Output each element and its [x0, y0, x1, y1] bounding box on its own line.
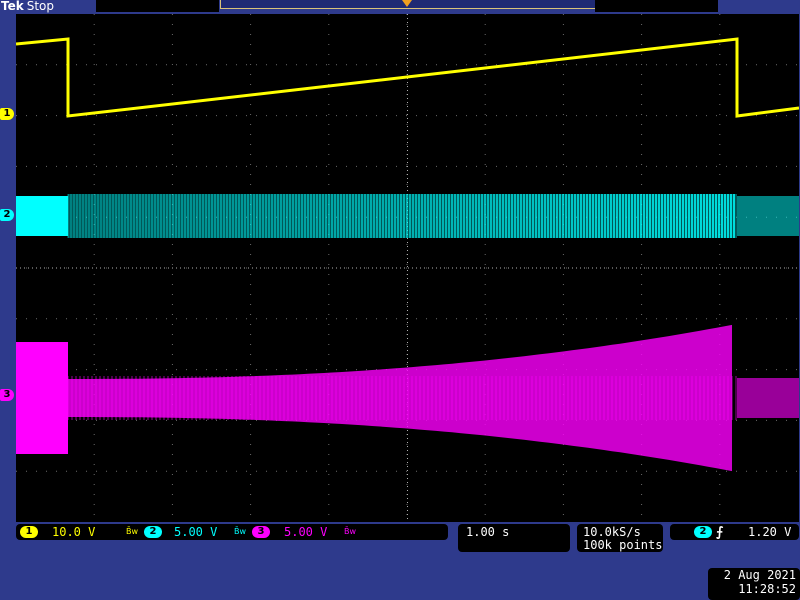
- waveform-traces: [16, 37, 799, 472]
- ch2-ground-marker[interactable]: 2: [0, 209, 14, 221]
- brand-label: Tek: [1, 0, 24, 13]
- trigger-readout[interactable]: 2 ⨍ 1.20 V: [670, 524, 799, 540]
- record-length: 100k points: [583, 538, 663, 552]
- time-per-div: 1.00 s: [466, 525, 510, 539]
- channel-readout-bar[interactable]: 1 10.0 V B̄w 2 5.00 V B̄w 3 5.00 V B̄w: [16, 524, 448, 540]
- record-bar-left: [96, 0, 219, 12]
- ch2-scale: 5.00 V: [174, 525, 218, 539]
- ch2-badge[interactable]: 2: [144, 526, 162, 538]
- ch2-trace: [16, 196, 68, 236]
- ch2-trace: [737, 196, 799, 236]
- trigger-position-icon[interactable]: [402, 0, 412, 7]
- record-bar-right: [595, 0, 718, 12]
- horizontal-readout[interactable]: 1.00 s: [458, 524, 570, 552]
- ch1-badge[interactable]: 1: [20, 526, 38, 538]
- ch3-trace: [737, 378, 799, 418]
- bandwidth-limit-icon: B̄w: [126, 527, 139, 536]
- acquisition-state: Stop: [26, 0, 54, 13]
- trigger-level: 1.20 V: [748, 525, 792, 539]
- ch1-scale: 10.0 V: [52, 525, 96, 539]
- waveform-canvas: [16, 14, 799, 522]
- ch3-ground-marker[interactable]: 3: [0, 389, 14, 401]
- date-label: 2 Aug 2021: [723, 568, 796, 582]
- ch2-trace: [68, 194, 737, 238]
- ch3-trace: [16, 342, 68, 454]
- rising-edge-icon: ⨍: [716, 525, 724, 540]
- status-header: Tek Stop: [0, 0, 54, 14]
- bandwidth-limit-icon: B̄w: [234, 527, 247, 536]
- acquisition-readout[interactable]: 10.0kS/s 100k points: [577, 524, 663, 552]
- date-time-readout: 2 Aug 2021 11:28:52: [708, 568, 800, 600]
- sample-rate: 10.0kS/s: [583, 525, 641, 539]
- ch3-badge[interactable]: 3: [252, 526, 270, 538]
- bandwidth-limit-icon: B̄w: [344, 527, 357, 536]
- ch1-ground-marker[interactable]: 1: [0, 108, 14, 120]
- trigger-source-badge: 2: [694, 526, 712, 538]
- waveform-display[interactable]: [16, 14, 799, 522]
- time-label: 11:28:52: [738, 582, 796, 596]
- ch3-scale: 5.00 V: [284, 525, 328, 539]
